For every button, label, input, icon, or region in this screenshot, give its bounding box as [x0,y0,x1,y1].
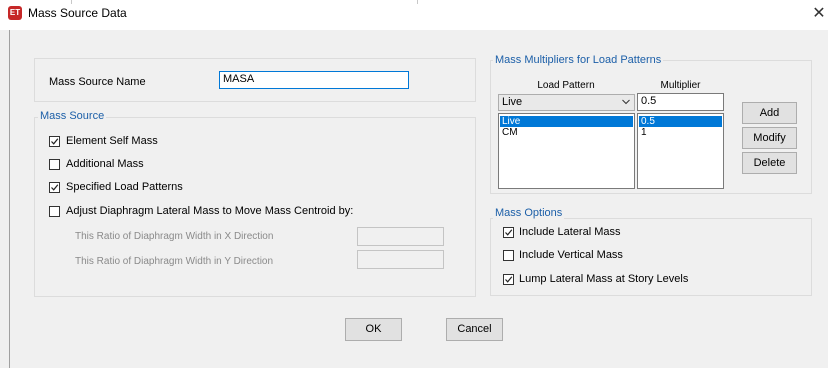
mass-options-group-title: Mass Options [493,207,565,219]
ratio-x-label: This Ratio of Diaphragm Width in X Direc… [75,231,274,242]
delete-button[interactable]: Delete [742,152,797,174]
load-pattern-list[interactable]: Live CM [498,113,635,189]
include-lateral-mass-checkbox[interactable] [503,227,514,238]
mass-source-name-label: Mass Source Name [49,76,146,88]
list-item[interactable]: Live [500,116,633,127]
load-pattern-header: Load Pattern [537,80,595,91]
specified-load-patterns-checkbox[interactable] [49,182,60,193]
multiplier-input[interactable]: 0.5 [637,93,724,111]
ratio-x-input [357,227,444,246]
checkmark-icon [51,184,59,191]
include-vertical-mass-checkbox[interactable] [503,250,514,261]
lump-lateral-mass-label: Lump Lateral Mass at Story Levels [519,273,689,285]
load-pattern-dropdown-value: Live [502,96,523,108]
mass-source-group-title: Mass Source [38,110,107,122]
include-lateral-mass-label: Include Lateral Mass [519,226,621,238]
element-self-mass-checkbox[interactable] [49,136,60,147]
specified-load-patterns-label: Specified Load Patterns [66,181,183,193]
cancel-button[interactable]: Cancel [446,318,503,341]
checkmark-icon [51,138,59,145]
app-icon: ET [8,6,22,20]
checkmark-icon [505,229,513,236]
ok-button[interactable]: OK [345,318,402,341]
mass-source-name-input[interactable]: MASA [219,71,409,89]
modify-button[interactable]: Modify [742,127,797,149]
mass-multipliers-group-title: Mass Multipliers for Load Patterns [493,54,664,66]
add-button[interactable]: Add [742,102,797,124]
window-title: Mass Source Data [28,6,127,20]
checkmark-icon [505,276,513,283]
adjust-diaphragm-checkbox[interactable] [49,206,60,217]
additional-mass-label: Additional Mass [66,158,144,170]
ratio-y-label: This Ratio of Diaphragm Width in Y Direc… [75,256,274,267]
element-self-mass-label: Element Self Mass [66,135,158,147]
list-item[interactable]: 0.5 [639,116,722,127]
load-pattern-dropdown[interactable]: Live [498,94,635,111]
adjust-diaphragm-label: Adjust Diaphragm Lateral Mass to Move Ma… [66,205,354,217]
additional-mass-checkbox[interactable] [49,159,60,170]
include-vertical-mass-label: Include Vertical Mass [519,249,623,261]
list-item[interactable]: CM [500,127,633,138]
chevron-down-icon [622,95,630,114]
multiplier-list[interactable]: 0.5 1 [637,113,724,189]
list-item[interactable]: 1 [639,127,722,138]
close-icon[interactable]: ✕ [810,4,828,26]
dialog-border [9,30,10,368]
lump-lateral-mass-checkbox[interactable] [503,274,514,285]
multiplier-header: Multiplier [660,80,701,91]
ratio-y-input [357,250,444,269]
